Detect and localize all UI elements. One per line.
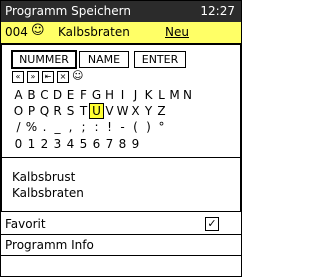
key[interactable]: 4 xyxy=(64,137,77,151)
key-row-3: /%. _,;:! -() ° xyxy=(12,120,168,134)
key[interactable]: R xyxy=(51,104,64,118)
program-number: 004 xyxy=(5,25,28,39)
clear-icon[interactable]: × xyxy=(57,71,69,83)
key[interactable]: ( xyxy=(129,120,142,134)
key[interactable]: J xyxy=(129,88,142,102)
key[interactable]: ° xyxy=(155,120,168,134)
key[interactable]: E xyxy=(64,88,77,102)
key[interactable]: 5 xyxy=(77,137,90,151)
key[interactable]: ; xyxy=(77,120,90,134)
key[interactable]: ) xyxy=(142,120,155,134)
key[interactable]: K xyxy=(142,88,155,102)
suggestion-item[interactable]: Kalbsbrust xyxy=(12,170,75,184)
key[interactable]: C xyxy=(38,88,51,102)
key[interactable]: N xyxy=(181,88,194,102)
key[interactable]: S xyxy=(64,104,77,118)
key[interactable]: G xyxy=(90,88,103,102)
key[interactable]: ! xyxy=(103,120,116,134)
backspace-icon[interactable]: ⇤ xyxy=(42,71,54,83)
key[interactable]: I xyxy=(116,88,129,102)
key[interactable]: 8 xyxy=(116,137,129,151)
key[interactable]: - xyxy=(116,120,129,134)
title-bar: Programm Speichern 12:27 xyxy=(1,1,241,22)
favorit-checkbox[interactable]: ✓ xyxy=(205,217,219,231)
program-name-bar: 004 ☺ Kalbsbraten Neu xyxy=(1,22,241,44)
program-name[interactable]: Kalbsbraten xyxy=(58,25,130,39)
keyboard-panel: NUMMER NAME ENTER « » ⇤ × ☺ ABCDEFGHIJKL… xyxy=(1,44,241,158)
key[interactable]: X xyxy=(129,104,142,118)
key[interactable]: : xyxy=(90,120,103,134)
key[interactable]: . xyxy=(38,120,51,134)
key[interactable]: 6 xyxy=(90,137,103,151)
menu-item-programm-info[interactable]: Programm Info xyxy=(1,235,241,256)
smiley-key-icon[interactable]: ☺ xyxy=(72,70,83,81)
key[interactable]: % xyxy=(25,120,38,134)
key[interactable]: A xyxy=(12,88,25,102)
key[interactable]: O xyxy=(12,104,25,118)
key[interactable]: , xyxy=(64,120,77,134)
key[interactable]: P xyxy=(25,104,38,118)
key[interactable]: 0 xyxy=(12,137,25,151)
screen-title: Programm Speichern xyxy=(5,4,131,18)
key[interactable]: 3 xyxy=(51,137,64,151)
key-cursor[interactable]: U xyxy=(89,103,104,119)
key-row-1: ABCDEFGHIJKLMN xyxy=(12,88,194,102)
mode-enter-button[interactable]: ENTER xyxy=(134,51,186,68)
suggestion-list: Kalbsbrust Kalbsbraten xyxy=(1,157,241,212)
key[interactable]: Y xyxy=(142,104,155,118)
menu-item-favorit[interactable]: Favorit ✓ xyxy=(1,214,241,235)
key[interactable]: M xyxy=(168,88,181,102)
key-row-4: 0123456789 xyxy=(12,137,142,151)
key[interactable]: L xyxy=(155,88,168,102)
key[interactable]: 7 xyxy=(103,137,116,151)
key[interactable]: _ xyxy=(51,120,64,134)
rewind-icon[interactable]: « xyxy=(12,71,24,83)
key[interactable]: 9 xyxy=(129,137,142,151)
suggestion-item[interactable]: Kalbsbraten xyxy=(12,186,84,200)
key[interactable]: 1 xyxy=(25,137,38,151)
key[interactable]: / xyxy=(12,120,25,134)
favorit-label: Favorit xyxy=(5,217,46,231)
key[interactable]: B xyxy=(25,88,38,102)
key-row-2: OPQRSTUVWXYZ xyxy=(12,103,168,119)
forward-icon[interactable]: » xyxy=(27,71,39,83)
smiley-icon: ☺ xyxy=(31,23,45,38)
key[interactable]: Q xyxy=(38,104,51,118)
key[interactable]: T xyxy=(77,104,90,118)
key[interactable]: Z xyxy=(155,104,168,118)
mode-name-button[interactable]: NAME xyxy=(79,51,129,68)
device-screen: Programm Speichern 12:27 004 ☺ Kalbsbrat… xyxy=(0,0,242,277)
key[interactable]: 2 xyxy=(38,137,51,151)
programm-info-label: Programm Info xyxy=(5,238,94,252)
new-label: Neu xyxy=(165,25,189,39)
key[interactable]: V xyxy=(103,104,116,118)
key[interactable]: D xyxy=(51,88,64,102)
key[interactable]: F xyxy=(77,88,90,102)
key[interactable]: H xyxy=(103,88,116,102)
clock: 12:27 xyxy=(200,4,235,18)
mode-nummer-button[interactable]: NUMMER xyxy=(11,50,77,69)
key[interactable]: W xyxy=(116,104,129,118)
